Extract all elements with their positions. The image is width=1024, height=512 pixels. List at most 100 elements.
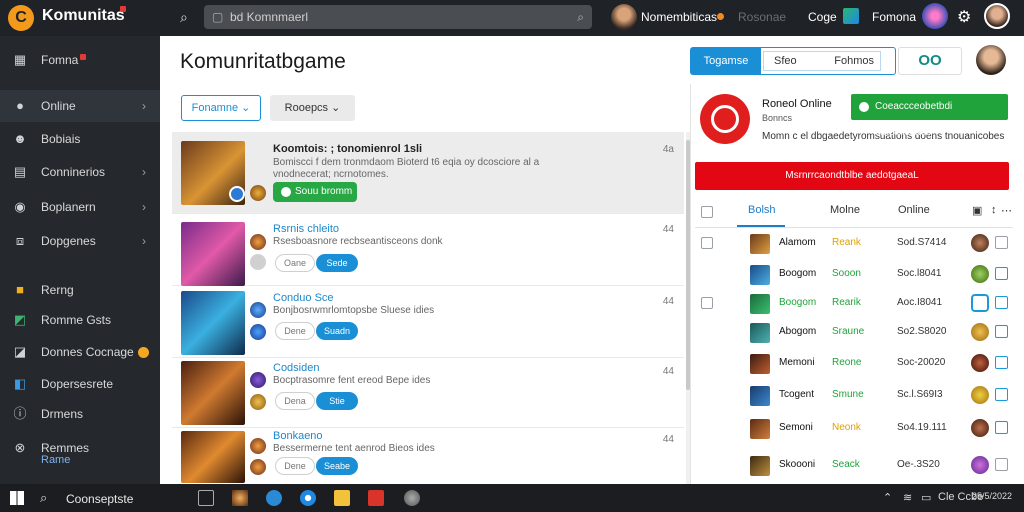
chevron-up-icon[interactable]: ⌃ (883, 491, 892, 504)
row-checkbox[interactable] (995, 421, 1008, 434)
network-icon[interactable]: ≋ (903, 491, 912, 504)
details-button[interactable]: Dena (275, 392, 315, 410)
row-checkbox[interactable] (995, 267, 1008, 280)
task-view-icon[interactable] (198, 490, 214, 506)
sort-icon[interactable]: ↕ (991, 204, 997, 216)
tab-fohmos[interactable]: Fohmos (834, 52, 874, 70)
folder-icon[interactable] (334, 490, 350, 506)
toggle-box[interactable] (971, 294, 989, 312)
play-button[interactable]: Sede (316, 254, 358, 272)
table-row[interactable]: Boogom Rearik Aoc.I8041 (695, 288, 1013, 318)
profile-avatar[interactable] (922, 3, 948, 29)
list-item[interactable]: Bonkaeno Bessermerne tent aenrod Bieos i… (172, 428, 684, 484)
tab-sfeo[interactable]: Sfeo Fohmos (763, 51, 881, 71)
avatar[interactable] (611, 4, 637, 30)
row-checkbox[interactable] (995, 356, 1008, 369)
row-checkbox[interactable] (995, 325, 1008, 338)
table-row[interactable]: Boogom Sooon Soc.l8041 (695, 259, 1013, 289)
app-icon[interactable] (232, 490, 248, 506)
tab-molne[interactable]: Molne (830, 204, 860, 216)
row-checkbox[interactable] (701, 237, 713, 249)
list-item[interactable]: Conduo Sce Bonjbosrwmrlomtopsbe Sluese i… (172, 288, 684, 358)
play-button[interactable]: Stie (316, 392, 358, 410)
tab-bolsh[interactable]: Bolsh (748, 204, 776, 216)
chrome-icon[interactable] (300, 490, 316, 506)
sidebar-item-bobiais[interactable]: ☻ Bobiais (0, 123, 160, 155)
table-row[interactable]: Semoni Neonk So4.19.111 (695, 413, 1013, 443)
calendar-icon[interactable]: ▣ (972, 204, 982, 217)
table-row[interactable]: Abogom Sraune So2.S8020 (695, 317, 1013, 347)
tab-online[interactable]: Online (898, 204, 930, 216)
card-title[interactable]: Conduo Sce (273, 292, 334, 304)
sidebar-item-fomna[interactable]: ▦ Fomna (0, 44, 160, 76)
row-score: So4.19.111 (897, 422, 947, 433)
play-button[interactable]: Suadn (316, 322, 358, 340)
steam-icon[interactable] (404, 490, 420, 506)
details-button[interactable]: Oane (275, 254, 315, 272)
card-title[interactable]: Koomtois: ; tonomienrol 1sli (273, 143, 422, 155)
filter-dropdown[interactable]: Fonamne ⌄ (181, 95, 261, 121)
sidebar-item-romme-gsts[interactable]: ◩ Romme Gsts (0, 304, 160, 336)
gear-icon[interactable]: ⚙ (957, 7, 971, 27)
clock[interactable]: 25/5/2022 (972, 491, 1012, 501)
game-icon (750, 323, 770, 343)
search-icon[interactable]: ⌕ (180, 9, 188, 26)
row-status: Seack (832, 459, 860, 470)
sidebar-item-rerng[interactable]: ■ Rerng (0, 274, 160, 306)
more-icon[interactable]: ⋯ (1001, 204, 1012, 217)
table-row[interactable]: Skoooni Seack Oe-.3S20 (695, 450, 1013, 480)
sidebar-item-dopersesrete[interactable]: ◧ Dopersesrete (0, 368, 160, 400)
row-checkbox[interactable] (701, 297, 713, 309)
row-checkbox[interactable] (995, 458, 1008, 471)
sidebar-item-conninerios[interactable]: ▤ Conninerios › (0, 156, 160, 188)
sidebar-item-online[interactable]: ● Online › (0, 90, 160, 122)
user-avatar[interactable] (976, 45, 1006, 75)
taskbar-search-text[interactable]: Coonseptste (66, 492, 133, 506)
row-checkbox[interactable] (995, 388, 1008, 401)
logo-icon[interactable]: C (8, 5, 34, 31)
row-checkbox[interactable] (995, 296, 1008, 309)
alert-button[interactable]: Msrnrrcaondtblbe aedotgaeaL (695, 162, 1009, 190)
card-title[interactable]: Codsiden (273, 362, 319, 374)
join-community-button[interactable]: Coeaccceobetbdi emplaiceaes (851, 94, 1008, 138)
table-row[interactable]: Alamom Reank Sod.S7414 (695, 228, 1013, 258)
user-name[interactable]: Nomembiticas (641, 10, 717, 24)
list-item[interactable]: Koomtois: ; tonomienrol 1sli Bomiscci f … (172, 132, 684, 214)
sidebar-item-dopgenes[interactable]: ⧈ Dopgenes › (0, 225, 160, 257)
play-button[interactable]: Seabe (316, 457, 358, 475)
sidebar-item-label: Dopgenes (41, 234, 96, 248)
search-submit-icon[interactable]: ⌕ (577, 5, 584, 29)
account-avatar[interactable] (984, 3, 1010, 29)
list-item[interactable]: Rsrnis chleito Rsesboasnore recbseantisc… (172, 216, 684, 286)
app-name[interactable]: Komunitas (42, 7, 125, 25)
card-title[interactable]: Bonkaeno (273, 430, 323, 442)
join-button[interactable]: Souu bromm (273, 182, 357, 202)
sidebar-item-drmens[interactable]: ⓘ Drmens (0, 398, 160, 430)
edge-browser-icon[interactable] (266, 490, 282, 506)
image-icon[interactable] (843, 8, 859, 24)
toggle-button[interactable]: OO (898, 47, 962, 75)
details-button[interactable]: Dene (275, 457, 315, 475)
table-row[interactable]: Memoni Reone Soc-20020 (695, 348, 1013, 378)
sidebar-item-boplanern[interactable]: ◉ Boplanern › (0, 191, 160, 223)
code-link[interactable]: Coge (808, 10, 837, 24)
forum-link[interactable]: Fomona (872, 10, 916, 24)
sort-dropdown[interactable]: Rooepcs ⌄ (270, 95, 355, 121)
list-item[interactable]: Codsiden Bocptrasomre fent ereod Bepe id… (172, 358, 684, 428)
details-button[interactable]: Dene (275, 322, 315, 340)
select-all-checkbox[interactable] (701, 206, 713, 218)
card-title[interactable]: Rsrnis chleito (273, 223, 339, 235)
search-input[interactable]: ▢ bd Komnmaerl ⌕ (204, 5, 592, 29)
tab-togamse[interactable]: Togamse (691, 48, 761, 74)
app-icon[interactable] (368, 490, 384, 506)
row-checkbox[interactable] (995, 236, 1008, 249)
sidebar-item-remmes[interactable]: ⊗ Remmes (0, 432, 160, 464)
table-row[interactable]: Tcogent Smune Sc.l.S69I3 (695, 380, 1013, 410)
avatar (971, 386, 989, 404)
close-icon: ⊗ (14, 440, 26, 455)
monitor-icon[interactable]: ▭ (921, 491, 931, 504)
chevron-right-icon: › (142, 99, 146, 113)
search-icon[interactable]: ⌕ (40, 490, 47, 506)
windows-start-icon[interactable] (10, 491, 24, 505)
sidebar-item-donnes-cocnage[interactable]: ◪ Donnes Cocnage (0, 336, 160, 368)
